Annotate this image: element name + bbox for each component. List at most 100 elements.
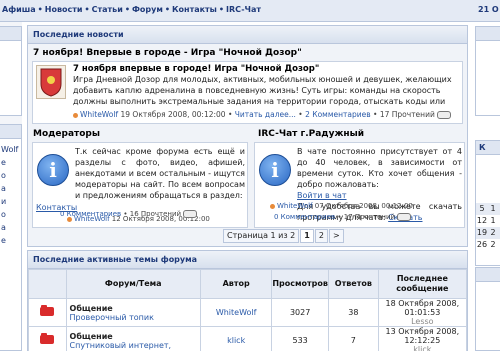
table-row: Общение Проверочный топик WhiteWolf 3027… <box>28 298 468 327</box>
nav-separator: • <box>164 5 171 14</box>
col-last-post: Последнее сообщение <box>377 269 468 299</box>
calendar-days: 51 12 1 19 2 26 2 <box>476 203 500 251</box>
news-reads: 17 Прочтений <box>379 110 435 119</box>
nav-item-articles[interactable]: Статьи <box>92 5 123 14</box>
nav-separator: • <box>124 5 130 14</box>
left-item[interactable]: о <box>0 208 21 221</box>
last-post-date: 18 Октября 2008, <box>385 299 460 308</box>
print-icon[interactable] <box>436 111 451 119</box>
topic-replies: 38 <box>327 298 379 327</box>
news-comments[interactable]: 2 Комментариев <box>305 110 371 119</box>
irc-reads: 17 Прочтений <box>343 213 396 221</box>
left-sidebar: Wolf е о а и о а е <box>0 22 22 351</box>
right-box-bottom <box>475 267 500 351</box>
topic-views: 533 <box>271 326 329 351</box>
nav-item-irc[interactable]: IRC-Чат <box>226 5 261 14</box>
page-2-button[interactable]: 2 <box>314 229 328 243</box>
irc-stats: 0 Комментариев • 17 Прочтений <box>274 213 412 221</box>
calendar-header: К <box>476 141 500 155</box>
calendar-row: 19 2 <box>476 227 500 239</box>
left-item[interactable]: и <box>0 195 21 208</box>
col-author: Автор <box>199 269 273 299</box>
forum-name[interactable]: Общение <box>70 332 200 341</box>
next-page-button[interactable]: > <box>328 229 344 243</box>
nav-item-forum[interactable]: Форум <box>132 5 163 14</box>
col-forum-topic: Форум/Тема <box>65 269 201 299</box>
calendar-row: 51 <box>476 203 500 215</box>
pagination: Страница 1 из 2 1 2 > <box>223 229 345 243</box>
table-header-row: Форум/Тема Автор Просмотров Ответов Посл… <box>28 269 468 299</box>
left-box-header <box>0 27 21 41</box>
nav-item-news[interactable]: Новости <box>45 5 83 14</box>
info-icon: i <box>259 154 291 186</box>
right-box-top <box>475 26 500 116</box>
left-box-menu: Wolf е о а и о а е <box>0 124 22 351</box>
calendar-row: 26 2 <box>476 239 500 251</box>
calendar-day[interactable]: 1 <box>488 203 498 215</box>
news-body: Игра Дневной Дозор для молодых, активных… <box>73 75 452 106</box>
right-box-header <box>476 27 500 41</box>
forum-topics-table: Форум/Тема Автор Просмотров Ответов Посл… <box>28 269 468 351</box>
nav-separator: • <box>218 5 225 14</box>
topic-author[interactable]: WhiteWolf <box>199 298 273 327</box>
irc-body: В чате постоянно присутствует от 4 до 40… <box>297 146 462 223</box>
bullet-icon <box>270 203 275 209</box>
page-1-button[interactable]: 1 <box>300 229 314 243</box>
enter-chat-link[interactable]: Войти в чат <box>297 191 347 200</box>
calendar-row: 12 1 <box>476 215 500 227</box>
topic-icon-cell <box>28 298 67 327</box>
top-navigation-bar: Афиша • Новости • Статьи • Форум • Контакты • IRC-… <box>0 0 500 22</box>
topic-icon-cell <box>28 326 67 351</box>
calendar-day[interactable]: 5 <box>476 203 488 215</box>
coat-of-arms-icon <box>40 68 62 97</box>
forum-name[interactable]: Общение <box>70 304 200 313</box>
calendar-day[interactable]: 26 <box>476 239 488 251</box>
topic-replies: 7 <box>327 326 379 351</box>
left-item[interactable]: е <box>0 234 21 247</box>
news-title[interactable]: 7 ноября впервые в городе! Игра "Ночной … <box>73 64 319 74</box>
last-post-time: 01:01:53 <box>404 308 441 317</box>
info-icon: i <box>37 154 69 186</box>
print-icon[interactable] <box>397 213 412 221</box>
calendar-day[interactable]: 12 <box>476 215 488 227</box>
left-item[interactable]: а <box>0 182 21 195</box>
topic-cell: Общение Спутниковый интернет, <box>65 326 201 351</box>
calendar-day[interactable]: 2 <box>488 227 498 239</box>
table-row: Общение Спутниковый интернет, klick 533 … <box>28 326 468 351</box>
page: Афиша • Новости • Статьи • Форум • Контакты • IRC-… <box>0 0 500 351</box>
irc-body-text: В чате постоянно присутствует от 4 до 40… <box>297 147 462 189</box>
col-replies: Ответов <box>327 269 379 299</box>
calendar-day[interactable]: 19 <box>476 227 488 239</box>
moderators-comments[interactable]: 0 Комментариев <box>60 210 121 218</box>
irc-author[interactable]: WhiteWolf <box>277 202 313 210</box>
left-item[interactable]: а <box>0 221 21 234</box>
nav-separator: • <box>84 5 90 14</box>
topic-name[interactable]: Спутниковый интернет, <box>70 341 200 350</box>
irc-heading[interactable]: IRC-Чат г.Радужный <box>258 129 364 139</box>
nav-item-contacts[interactable]: Контакты <box>172 5 217 14</box>
last-post-user[interactable]: Lesso <box>379 317 466 326</box>
topic-views: 3027 <box>271 298 329 327</box>
news-thumbnail[interactable] <box>36 65 66 99</box>
topic-name[interactable]: Проверочный топик <box>70 313 200 322</box>
last-post-user[interactable]: klick <box>379 345 466 351</box>
calendar-box: К 51 12 1 19 2 26 2 <box>475 140 500 266</box>
news-item: 7 ноября впервые в городе! Игра "Ночной … <box>32 61 463 124</box>
news-read-more[interactable]: Читать далее... <box>235 110 296 119</box>
news-headline[interactable]: 7 ноября! Впервые в городе - Игра "Ночно… <box>33 48 302 58</box>
moderators-heading[interactable]: Модераторы <box>33 129 100 139</box>
latest-news-header: Последние новости <box>28 26 467 44</box>
news-author[interactable]: WhiteWolf <box>80 110 118 119</box>
folder-icon <box>40 305 55 316</box>
topic-author[interactable]: klick <box>199 326 273 351</box>
left-item[interactable]: Wolf <box>0 143 21 156</box>
calendar-day[interactable]: 1 <box>488 215 498 227</box>
print-icon[interactable] <box>183 210 198 218</box>
nav-item-afisha[interactable]: Афиша <box>2 5 36 14</box>
left-item[interactable]: е <box>0 156 21 169</box>
left-item[interactable]: о <box>0 169 21 182</box>
last-post-cell: 18 Октября 2008, 01:01:53 Lesso <box>377 298 468 327</box>
irc-comments[interactable]: 0 Комментариев <box>274 213 335 221</box>
calendar-day[interactable]: 2 <box>488 239 498 251</box>
news-meta: WhiteWolf 19 Октября 2008, 00:12:00 • Чи… <box>73 110 451 119</box>
